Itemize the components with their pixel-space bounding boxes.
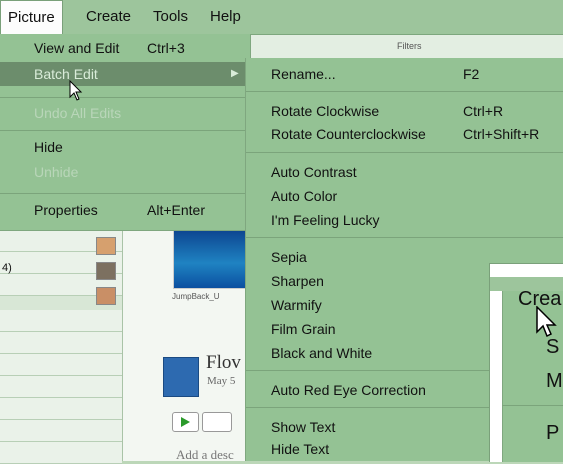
folder-thumb-icon: [96, 287, 116, 305]
menu-item-rotate-clockwise[interactable]: Rotate Clockwise Ctrl+R: [246, 99, 563, 123]
menu-item-label: Film Grain: [271, 321, 336, 337]
menu-separator: [0, 193, 250, 194]
menu-item-hide[interactable]: Hide: [0, 135, 250, 159]
menu-item-label: Black and White: [271, 345, 373, 361]
menu-item-label: Unhide: [34, 164, 79, 180]
menu-separator: [246, 152, 563, 153]
slideshow-play-button[interactable]: [172, 412, 199, 432]
list-item[interactable]: [0, 398, 122, 420]
menu-separator: [246, 91, 563, 92]
list-item[interactable]: [0, 332, 122, 354]
menu-item-auto-contrast[interactable]: Auto Contrast: [246, 160, 563, 184]
menu-item-label: Properties: [34, 202, 98, 218]
list-item[interactable]: [0, 310, 122, 332]
menu-item-auto-color[interactable]: Auto Color: [246, 184, 563, 208]
menu-item-label: Auto Contrast: [271, 164, 357, 180]
menu-item-label: Rename...: [271, 66, 336, 82]
menu-bar: Picture Create Tools Help: [0, 0, 563, 35]
menu-item-shortcut: Ctrl+Shift+R: [463, 126, 540, 142]
menu-item-label: Show Text: [271, 419, 336, 435]
menu-item-label: Undo All Edits: [34, 105, 122, 121]
menu-item-label: Rotate Counterclockwise: [271, 126, 426, 142]
menu-item-shortcut: Alt+Enter: [147, 202, 205, 218]
menu-item-undo-all-edits: Undo All Edits: [0, 101, 250, 125]
filters-label: Filters: [397, 41, 422, 51]
menu-item-view-and-edit[interactable]: View and Edit Ctrl+3: [0, 36, 250, 60]
menu-item-label: Auto Color: [271, 188, 338, 204]
menu-separator: [0, 130, 250, 131]
menu-tools[interactable]: Tools: [146, 0, 195, 34]
menu-item-label: Sharpen: [271, 273, 324, 289]
menu-create[interactable]: Create: [79, 0, 138, 34]
folder-thumb-icon: [96, 237, 116, 255]
inset-row: P: [546, 422, 560, 444]
menu-help[interactable]: Help: [203, 0, 248, 34]
photo-caption: JumpBack_U: [172, 292, 220, 301]
inset-row: M: [546, 370, 563, 392]
photo-thumbnail[interactable]: [173, 225, 253, 289]
folder-thumb-icon: [96, 262, 116, 280]
menu-item-shortcut: Ctrl+3: [147, 40, 185, 56]
menu-separator: [502, 405, 563, 406]
menu-item-batch-edit[interactable]: Batch Edit ▶: [0, 62, 250, 86]
submenu-arrow-icon: ▶: [231, 68, 239, 79]
album-title: Flov: [206, 352, 241, 373]
list-item[interactable]: [0, 354, 122, 376]
picture-menu-dropdown: View and Edit Ctrl+3 Batch Edit ▶ Undo A…: [0, 34, 251, 231]
list-item[interactable]: [0, 376, 122, 398]
menu-item-label: Batch Edit: [34, 66, 98, 82]
folder-count: 4): [2, 262, 12, 274]
menu-item-rename[interactable]: Rename... F2: [246, 62, 563, 86]
menu-item-unhide: Unhide: [0, 160, 250, 184]
menu-picture[interactable]: Picture: [0, 0, 63, 34]
menu-item-shortcut: Ctrl+R: [463, 103, 504, 119]
menu-item-label: Rotate Clockwise: [271, 103, 380, 119]
menu-item-label: Hide Text: [271, 441, 330, 457]
mouse-cursor-icon: [69, 80, 83, 101]
menu-item-rotate-counterclockwise[interactable]: Rotate Counterclockwise Ctrl+Shift+R: [246, 122, 563, 146]
mouse-cursor-icon: [536, 306, 557, 338]
menu-item-label: Warmify: [271, 297, 322, 313]
menu-item-label: View and Edit: [34, 40, 120, 56]
menu-item-shortcut: F2: [463, 66, 480, 82]
menu-item-label: Hide: [34, 139, 63, 155]
zoom-inset: Crea S M P: [489, 263, 563, 462]
menu-item-label: Auto Red Eye Correction: [271, 382, 426, 398]
menu-item-label: Sepia: [271, 249, 307, 265]
menu-separator: [246, 237, 563, 238]
menu-item-properties[interactable]: Properties Alt+Enter: [0, 198, 250, 222]
image-button[interactable]: [202, 412, 232, 432]
album-icon: [163, 357, 199, 397]
list-item[interactable]: [0, 420, 122, 442]
inset-row: S: [546, 336, 560, 358]
menu-item-feeling-lucky[interactable]: I'm Feeling Lucky: [246, 208, 563, 232]
menu-item-label: I'm Feeling Lucky: [271, 212, 380, 228]
album-date: May 5: [207, 375, 236, 387]
menu-separator: [0, 97, 250, 98]
